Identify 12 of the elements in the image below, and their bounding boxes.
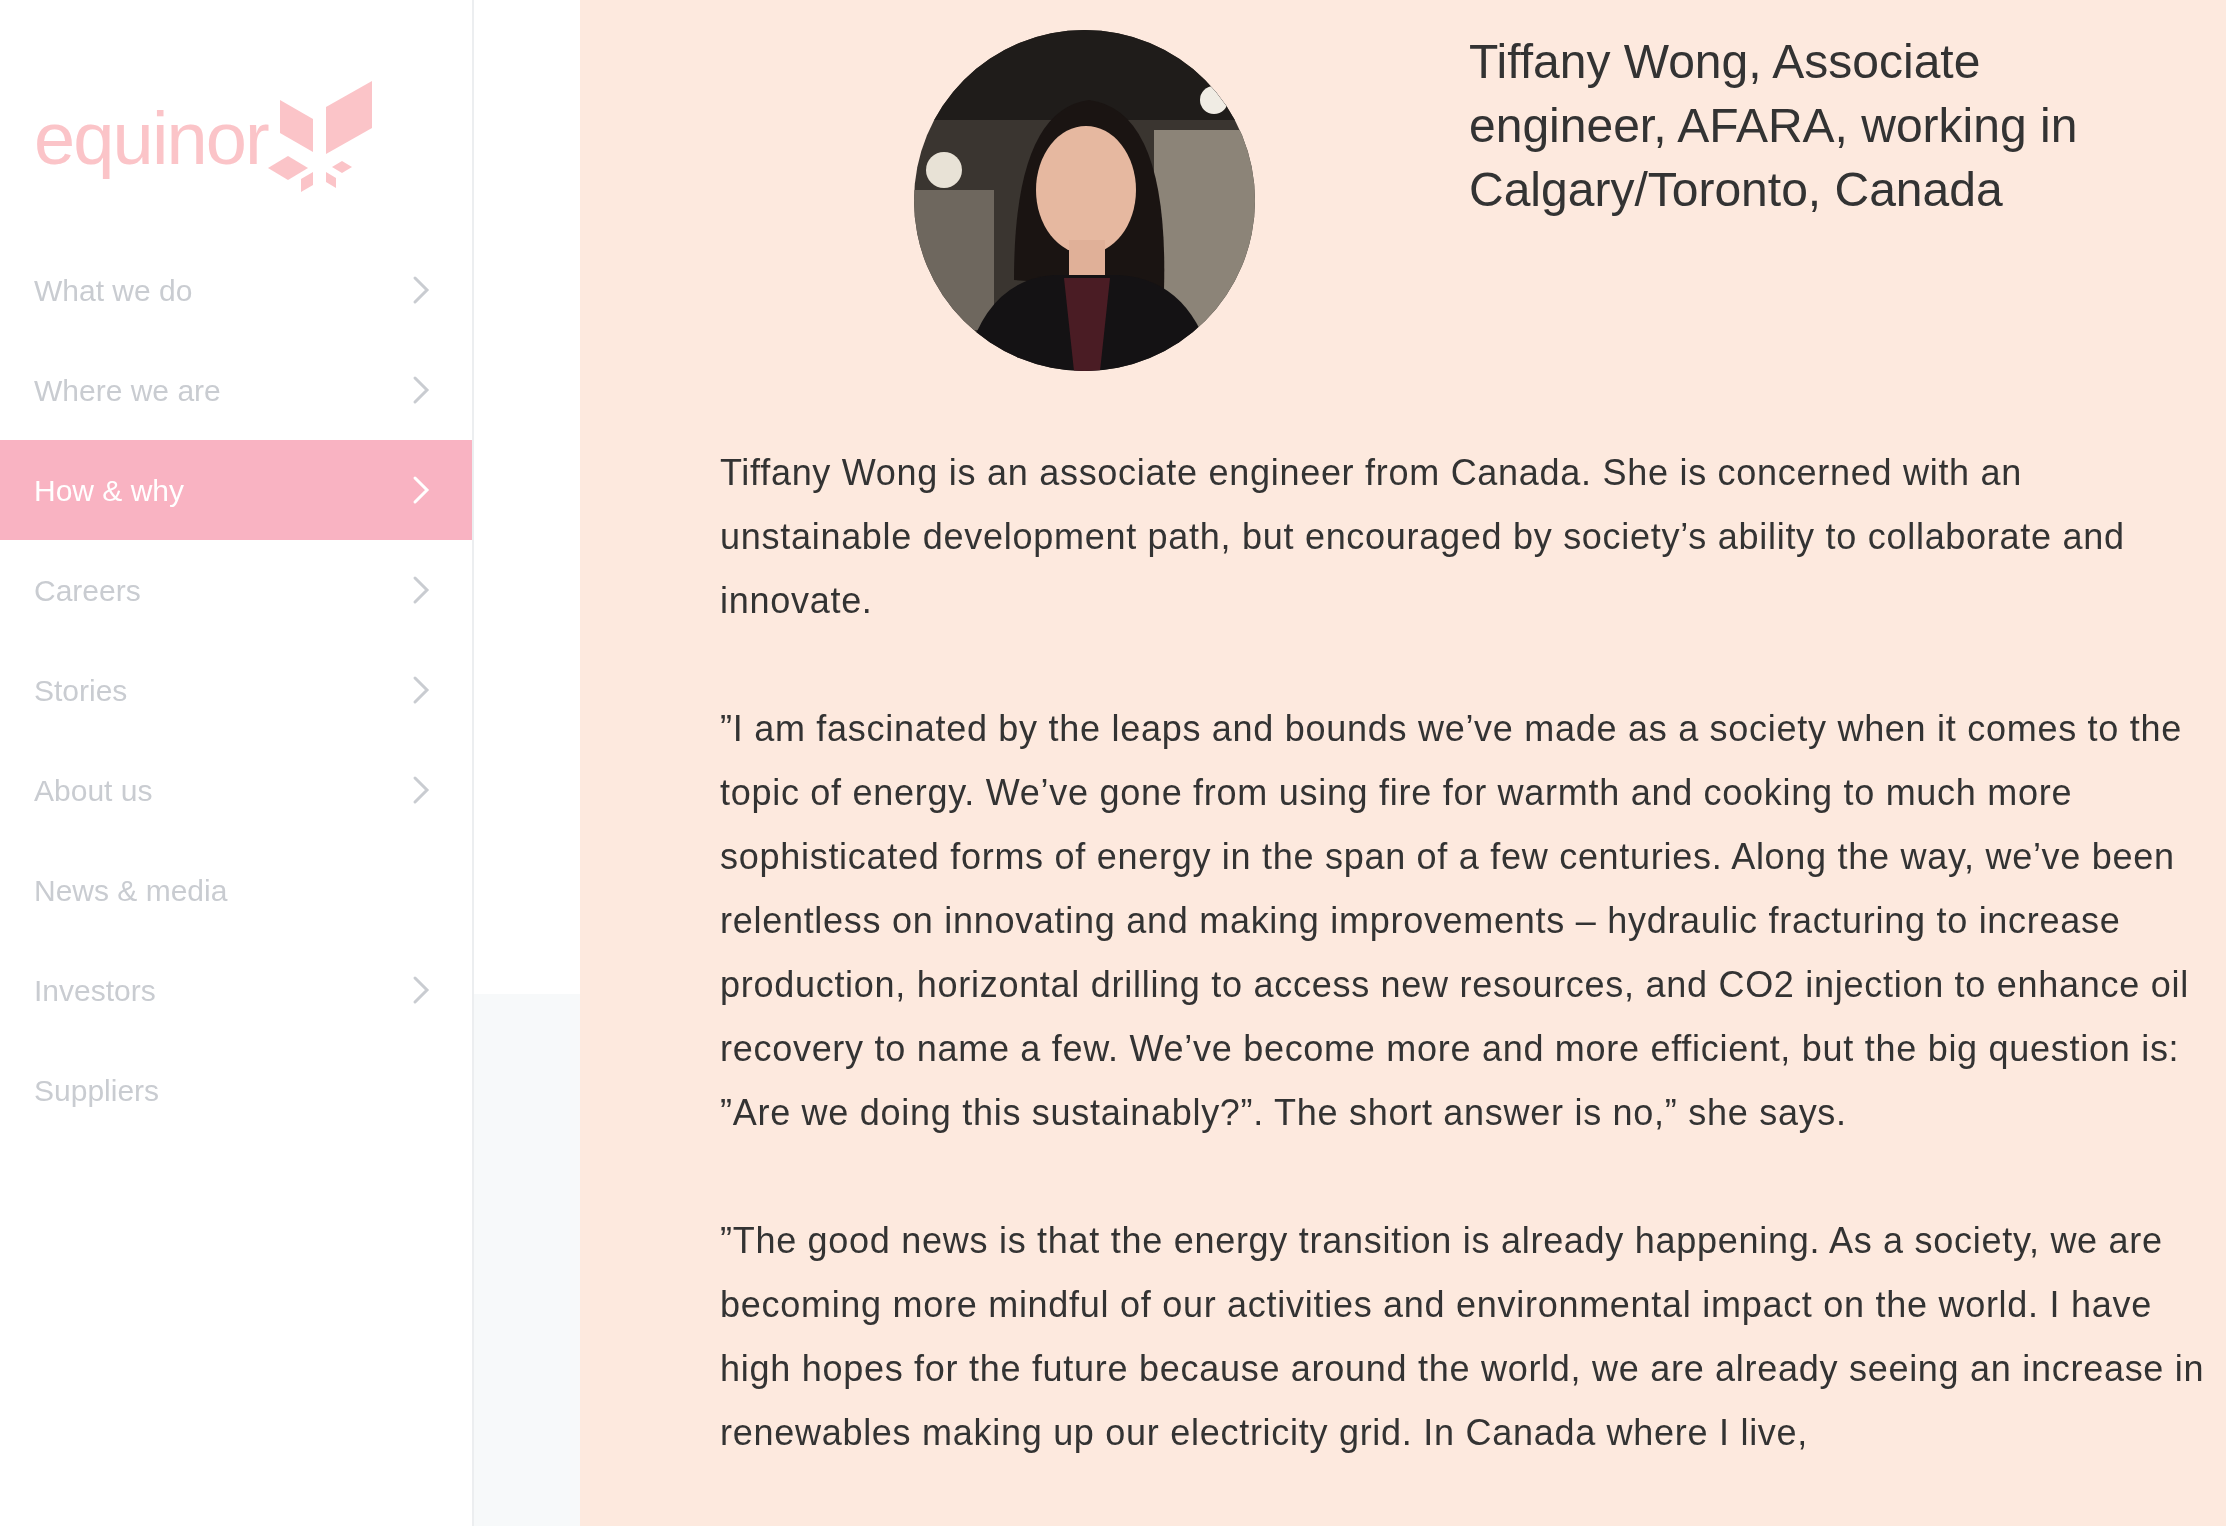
chevron-right-icon: [412, 775, 430, 805]
chevron-right-icon: [412, 675, 430, 705]
profile-caption: Tiffany Wong, Associate engineer, AFARA, working in Calgary/Toronto, Canada: [1469, 34, 2079, 218]
chevron-right-icon: [412, 375, 430, 405]
chevron-right-icon: [412, 475, 430, 505]
article-paragraph: Tiffany Wong is an associate engineer from Canada. She is concerned with an unstainable development path, but encouraged by society’s ability to collaborate and innovate.: [720, 451, 2126, 623]
chevron-right-icon: [412, 975, 430, 1005]
article-paragraph: ”I am fascinated by the leaps and bounds we’ve made as a society when it comes to the topic of energy. We’ve gone from using fire for warmth and cooking to much more sophisticated forms of energy in the span of a few centuries. Along the way, we’ve been relentless on innovating and making improvements – hydraulic fracturing to increase production, horizontal drilling to access new resources, and CO2 injection to enhance oil recovery to name a few. We’ve become more and more efficient, but the big question is: ”Are we doing this sustainably?”. The short answer is no,” she says.: [720, 707, 2190, 1135]
article-paragraph: ”The good news is that the energy transition is already happening. As a society, we are becoming more mindful of our activities and environmental impact on the world. I have high hopes for the future because around the world, we are already seeing an increase in renewables making up our electricity grid. In Canada where I live,: [720, 1219, 2206, 1455]
chevron-right-icon: [412, 575, 430, 605]
chevron-right-icon: [412, 275, 430, 305]
nav-item[interactable]: How & why: [0, 440, 472, 540]
